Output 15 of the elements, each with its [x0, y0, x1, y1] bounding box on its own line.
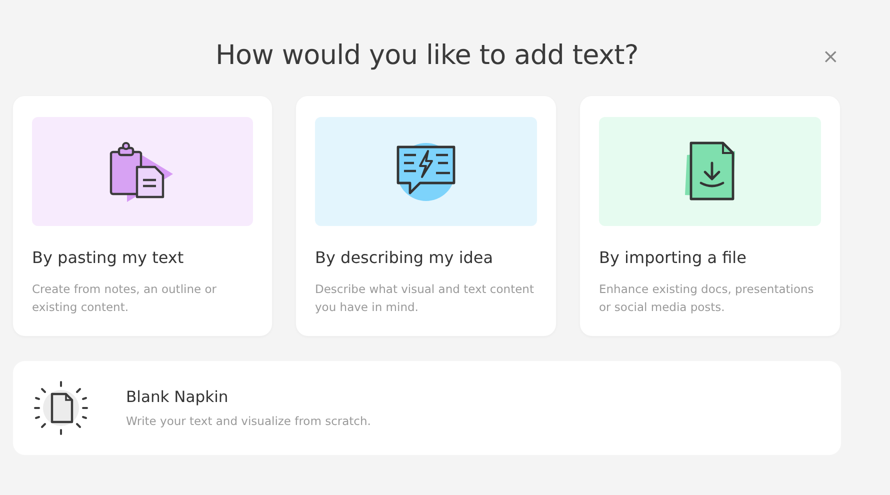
option-description: Create from notes, an outline or existing content. [32, 281, 218, 316]
option-title: By describing my idea [315, 248, 494, 267]
option-description: Enhance existing docs, presentations or social media posts. [599, 281, 815, 316]
dialog-title: How would you like to add text? [216, 39, 638, 73]
blank-title: Blank Napkin [126, 388, 230, 406]
option-card[interactable]: By pasting my text Create from notes, an outline or existing content. [13, 96, 272, 336]
option-title: By importing a file [599, 248, 748, 267]
option-card[interactable]: By describing my idea Describe what visual and text content you have in mind. [296, 96, 556, 336]
option-description: Describe what visual and text content you have in mind. [315, 281, 535, 316]
speech-bubble-icon [394, 140, 458, 202]
blank-card[interactable]: Blank Napkin Write your text and visualize from scratch. [13, 361, 841, 455]
option-title: By pasting my text [32, 248, 185, 267]
blank-page-icon [31, 378, 91, 438]
option-card[interactable]: By importing a file Enhance existing docs, presentations or social media posts. [580, 96, 840, 336]
blank-description: Write your text and visualize from scratch. [126, 414, 371, 428]
